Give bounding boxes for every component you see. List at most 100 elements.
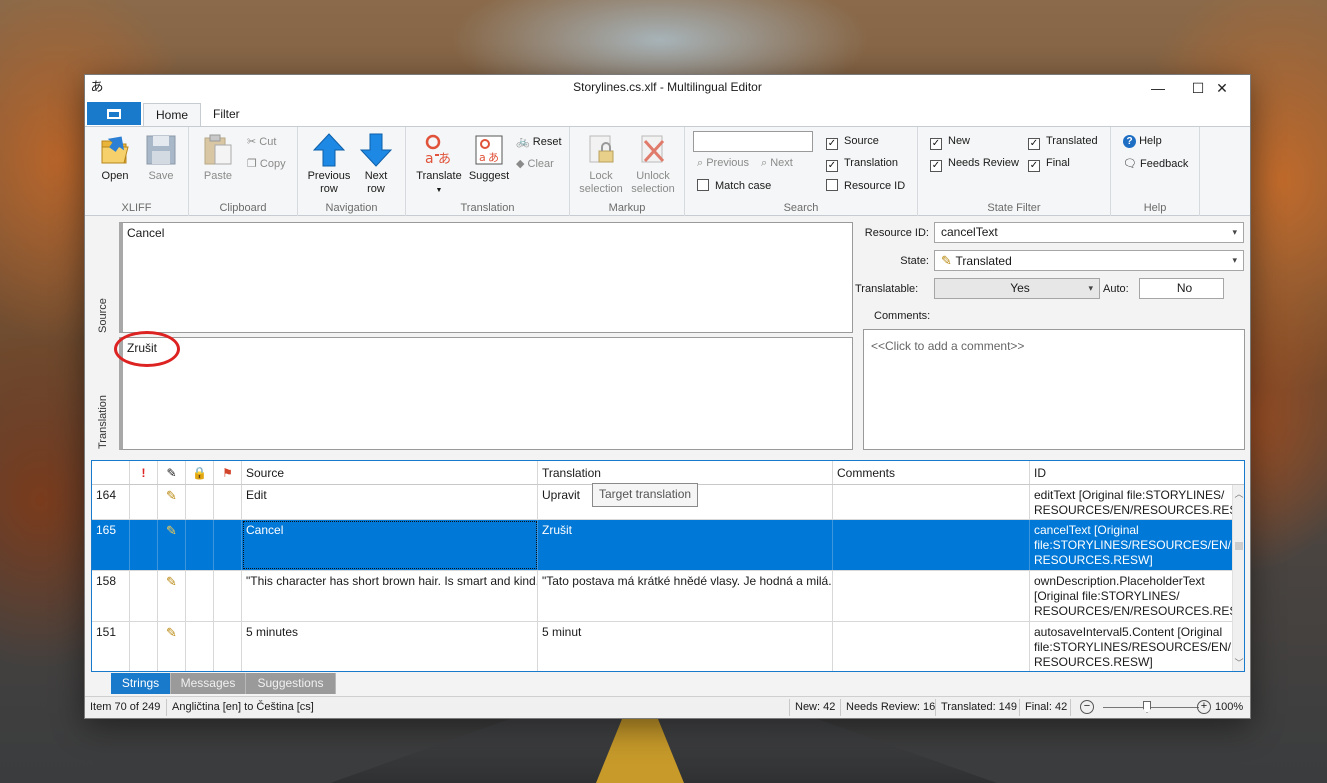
- filter-final-checkbox[interactable]: Final: [1028, 157, 1070, 172]
- search-next-button[interactable]: ⌕ Next: [761, 157, 793, 170]
- filter-new-checkbox[interactable]: New: [930, 135, 970, 150]
- search-translation-checkbox[interactable]: Translation: [826, 157, 898, 172]
- tab-filter[interactable]: Filter: [201, 103, 252, 127]
- paste-button[interactable]: Paste: [197, 133, 239, 183]
- cut-button[interactable]: ✂ Cut: [247, 135, 276, 148]
- translate-dropdown-icon: ▼: [435, 187, 443, 194]
- unlock-selection-button[interactable]: Unlock selection: [628, 133, 678, 196]
- help-button[interactable]: ? Help: [1123, 135, 1162, 148]
- filter-needs-review-checkbox[interactable]: Needs Review: [930, 157, 1019, 172]
- row-number: 164: [92, 485, 130, 519]
- help-icon: ?: [1123, 135, 1136, 148]
- resource-id-combo[interactable]: cancelText ▾: [934, 222, 1244, 243]
- search-input[interactable]: [693, 131, 813, 152]
- source-cell: Cancel: [242, 520, 538, 570]
- feedback-button[interactable]: 🗨 Feedback: [1123, 157, 1188, 170]
- tab-strings[interactable]: Strings: [111, 673, 171, 694]
- zoom-slider-thumb[interactable]: [1143, 701, 1151, 713]
- translatable-combo[interactable]: Yes ▾: [934, 278, 1100, 299]
- flag-cell: [214, 571, 242, 621]
- comments-cell: [833, 622, 1030, 671]
- eraser-icon: ◆: [516, 158, 528, 170]
- translation-cell: 5 minut: [538, 622, 833, 671]
- zoom-in-icon[interactable]: +: [1197, 700, 1211, 714]
- zoom-out-icon[interactable]: −: [1080, 700, 1094, 714]
- tooltip-target-translation: Target translation: [592, 483, 699, 507]
- search-previous-button[interactable]: ⌕ Previous: [697, 157, 749, 170]
- open-label: Open: [101, 170, 129, 182]
- source-text-area[interactable]: Cancel: [119, 222, 853, 333]
- grid-scrollbar[interactable]: ︿ ﹀: [1232, 485, 1244, 671]
- translate-icon: a あ: [425, 134, 451, 167]
- tab-home[interactable]: Home: [143, 103, 202, 127]
- unlock-label-1: Unlock: [636, 170, 670, 182]
- group-clipboard: Paste ✂ Cut ❐ Copy Clipboard: [189, 127, 298, 216]
- save-button[interactable]: Save: [141, 133, 181, 183]
- flag-cell: [214, 622, 242, 671]
- scroll-down-icon[interactable]: ﹀: [1233, 656, 1244, 669]
- zoom-level: 100%: [1215, 701, 1244, 713]
- suggest-button[interactable]: a あ Suggest: [466, 133, 512, 183]
- tab-suggestions[interactable]: Suggestions: [246, 673, 336, 694]
- auto-label: Auto:: [1103, 283, 1129, 295]
- col-number-header[interactable]: [92, 461, 130, 484]
- tab-messages[interactable]: Messages: [171, 673, 246, 694]
- filter-translated-label: Translated: [1046, 135, 1098, 147]
- reset-button[interactable]: 🚲 Reset: [516, 135, 562, 148]
- scissors-icon: ✂: [247, 136, 260, 148]
- copy-button[interactable]: ❐ Copy: [247, 157, 286, 170]
- open-button[interactable]: Open: [95, 133, 135, 183]
- group-state-filter-label: State Filter: [987, 202, 1041, 214]
- next-row-button[interactable]: Next row: [356, 133, 396, 196]
- translate-button[interactable]: a あ Translate ▼: [416, 133, 462, 197]
- filter-translated-checkbox[interactable]: Translated: [1028, 135, 1098, 150]
- search-source-checkbox[interactable]: Source: [826, 135, 879, 150]
- table-row-selected[interactable]: 165 ✎ Cancel Zrušit cancelText [Original…: [92, 520, 1232, 571]
- translation-cell: "Tato postava má krátké hnědé vlasy. Je …: [538, 571, 833, 621]
- col-comments-header[interactable]: Comments: [833, 461, 1030, 484]
- col-translation-header[interactable]: Translation: [538, 461, 833, 484]
- match-case-checkbox[interactable]: Match case: [697, 179, 771, 192]
- row-number: 151: [92, 622, 130, 671]
- col-source-header[interactable]: Source: [242, 461, 538, 484]
- lock-selection-button[interactable]: Lock selection: [576, 133, 626, 196]
- group-search: ⌕ Previous ⌕ Next Match case Source Tran…: [685, 127, 918, 216]
- lock-column-icon[interactable]: 🔒: [186, 461, 214, 484]
- scroll-up-icon[interactable]: ︿: [1233, 487, 1244, 500]
- close-button[interactable]: ✕: [1199, 75, 1245, 101]
- pencil-icon: ✎: [166, 523, 177, 538]
- flag-column-icon[interactable]: ⚑: [214, 461, 242, 484]
- translation-text-area[interactable]: Zrušit: [119, 337, 853, 450]
- lock-label-1: Lock: [589, 170, 613, 182]
- pencil-icon: ✎: [166, 574, 177, 589]
- clear-button[interactable]: ◆ Clear: [516, 157, 554, 170]
- zoom-slider-track[interactable]: [1103, 707, 1199, 708]
- comment-input[interactable]: <<Click to add a comment>>: [863, 329, 1245, 450]
- group-search-label: Search: [783, 202, 819, 214]
- suggest-icon: a あ: [475, 135, 503, 165]
- col-id-header[interactable]: ID: [1030, 461, 1234, 484]
- state-column-icon[interactable]: ✎: [158, 461, 186, 484]
- search-translation-label: Translation: [844, 157, 899, 169]
- table-row[interactable]: 151 ✎ 5 minutes 5 minut autosaveInterval…: [92, 622, 1232, 671]
- warning-icon[interactable]: !: [130, 461, 158, 484]
- unlock-label-2: selection: [631, 183, 675, 195]
- previous-row-label-2: row: [320, 183, 338, 195]
- previous-row-button[interactable]: Previous row: [304, 133, 354, 196]
- arrow-down-icon: [360, 133, 392, 167]
- source-side-label: Source: [97, 298, 109, 333]
- auto-field[interactable]: No: [1139, 278, 1224, 299]
- checkbox-box: [1028, 138, 1040, 150]
- state-combo[interactable]: ✎ Translated ▾: [934, 250, 1244, 271]
- search-resource-id-label: Resource ID: [844, 180, 906, 192]
- red-highlight-circle: [114, 331, 180, 367]
- status-divider: [840, 699, 841, 716]
- group-navigation: Previous row Next row Navigation: [298, 127, 406, 216]
- table-row[interactable]: 158 ✎ "This character has short brown ha…: [92, 571, 1234, 622]
- grid-header: ! ✎ 🔒 ⚑ Source Translation Comments ID: [92, 461, 1244, 485]
- search-resource-id-checkbox[interactable]: Resource ID: [826, 179, 905, 192]
- help-label: Help: [1139, 135, 1162, 147]
- scroll-thumb[interactable]: [1235, 542, 1243, 550]
- reset-label: Reset: [532, 136, 562, 148]
- file-menu-button[interactable]: [87, 102, 141, 125]
